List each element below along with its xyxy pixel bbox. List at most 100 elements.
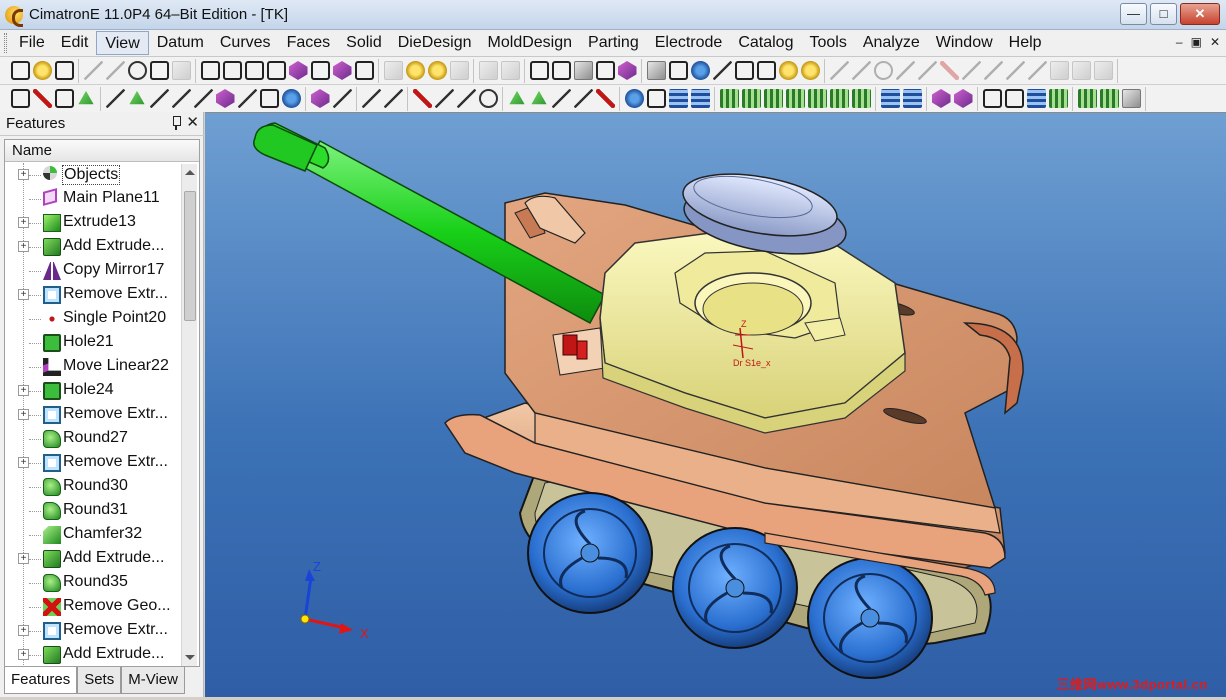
feature-tree-row[interactable]: + Remove Extr... bbox=[5, 619, 181, 643]
curve-tool-12-icon[interactable] bbox=[1071, 61, 1091, 80]
menu-analyze[interactable]: Analyze bbox=[855, 31, 928, 55]
menu-solid[interactable]: Solid bbox=[338, 31, 390, 55]
menu-parting[interactable]: Parting bbox=[580, 31, 647, 55]
feature-tree-row[interactable]: Round27 bbox=[5, 427, 181, 451]
filter-2-icon[interactable] bbox=[129, 90, 145, 105]
curve-tool-9-icon[interactable] bbox=[1005, 61, 1025, 80]
new-file-icon[interactable] bbox=[10, 61, 30, 80]
expand-icon[interactable]: + bbox=[18, 169, 29, 180]
filter-3-icon[interactable] bbox=[149, 89, 169, 108]
feature-tree-row[interactable]: Round30 bbox=[5, 475, 181, 499]
mdi-close-button[interactable]: ✕ bbox=[1210, 35, 1220, 49]
funnel-2-icon[interactable] bbox=[332, 89, 352, 108]
curve-tool-4-icon[interactable] bbox=[895, 61, 915, 80]
tab-features[interactable]: Features bbox=[4, 667, 78, 694]
grid-icon[interactable] bbox=[646, 61, 666, 80]
shaded-icon[interactable] bbox=[332, 61, 352, 80]
analysis-2-icon[interactable] bbox=[1099, 89, 1119, 108]
feature-tree-row[interactable]: Chamfer32 bbox=[5, 523, 181, 547]
surface-2-icon[interactable] bbox=[646, 89, 666, 108]
filter-6-icon[interactable] bbox=[215, 89, 235, 108]
objects-icon[interactable] bbox=[617, 61, 637, 80]
expand-icon[interactable]: + bbox=[18, 625, 29, 636]
feature-tree-row[interactable]: Round31 bbox=[5, 499, 181, 523]
zoom-window-icon[interactable] bbox=[222, 61, 242, 80]
table-icon[interactable] bbox=[668, 61, 688, 80]
scroll-down-arrow-icon[interactable] bbox=[185, 655, 195, 660]
mdi-restore-button[interactable]: ▣ bbox=[1191, 35, 1202, 49]
menu-electrode[interactable]: Electrode bbox=[647, 31, 731, 55]
circle-icon[interactable] bbox=[478, 89, 498, 108]
pattern-1-icon[interactable] bbox=[982, 89, 1002, 108]
filter-4-icon[interactable] bbox=[171, 89, 191, 108]
feature-tree-row[interactable]: Round35 bbox=[5, 571, 181, 595]
feature-tree-row[interactable]: Move Linear22 bbox=[5, 355, 181, 379]
feature-tree[interactable]: Name + Objects Main Plane11 + Extrude13 + Add … bbox=[4, 139, 200, 667]
filter-5-icon[interactable] bbox=[193, 89, 213, 108]
feature-tree-row[interactable]: + Add Extrude... bbox=[5, 235, 181, 259]
zoom-icon[interactable] bbox=[244, 61, 264, 80]
curve-tool-10-icon[interactable] bbox=[1027, 61, 1047, 80]
feature-tree-row[interactable]: + Remove Extr... bbox=[5, 403, 181, 427]
expand-icon[interactable]: + bbox=[18, 241, 29, 252]
curve-tool-13-icon[interactable] bbox=[1093, 61, 1113, 80]
light-on-icon[interactable] bbox=[427, 61, 447, 80]
pattern-2-icon[interactable] bbox=[1004, 89, 1024, 108]
menu-help[interactable]: Help bbox=[1001, 31, 1050, 55]
wireframe-icon[interactable] bbox=[354, 61, 374, 80]
solid-3-icon[interactable] bbox=[763, 89, 783, 108]
curve-4-icon[interactable] bbox=[573, 89, 593, 108]
line-icon[interactable] bbox=[434, 89, 454, 108]
expand-icon[interactable]: + bbox=[18, 409, 29, 420]
sketch-icon[interactable] bbox=[361, 89, 381, 108]
maximize-button[interactable]: □ bbox=[1150, 3, 1177, 25]
paint-brush-icon[interactable] bbox=[778, 61, 798, 80]
line-style-icon[interactable] bbox=[734, 61, 754, 80]
filter-9-icon[interactable] bbox=[281, 89, 301, 108]
tree-scrollbar[interactable] bbox=[181, 164, 197, 666]
sketch-2-icon[interactable] bbox=[383, 89, 403, 108]
menu-window[interactable]: Window bbox=[928, 31, 1001, 55]
feature-tree-row[interactable]: + Add Extrude... bbox=[5, 643, 181, 666]
minimize-button[interactable]: — bbox=[1120, 3, 1147, 25]
expand-icon[interactable]: + bbox=[18, 217, 29, 228]
curve-tool-8-icon[interactable] bbox=[983, 61, 1003, 80]
curve-tool-7-icon[interactable] bbox=[961, 61, 981, 80]
tab-sets[interactable]: Sets bbox=[77, 667, 122, 694]
menu-tools[interactable]: Tools bbox=[801, 31, 854, 55]
line-width-icon[interactable] bbox=[756, 61, 776, 80]
solid-6-icon[interactable] bbox=[829, 89, 849, 108]
feature-tree-row[interactable]: + Hole24 bbox=[5, 379, 181, 403]
display-icon[interactable] bbox=[573, 61, 593, 80]
curve-5-icon[interactable] bbox=[595, 89, 615, 108]
select-icon[interactable] bbox=[10, 89, 30, 108]
analysis-1-icon[interactable] bbox=[1077, 89, 1097, 108]
select-box-icon[interactable] bbox=[54, 89, 74, 108]
menu-view[interactable]: View bbox=[96, 31, 149, 55]
analysis-3-icon[interactable] bbox=[1121, 89, 1141, 108]
filter-8-icon[interactable] bbox=[259, 89, 279, 108]
curve-tool-11-icon[interactable] bbox=[1049, 61, 1069, 80]
column-header-name[interactable]: Name bbox=[5, 140, 199, 162]
solid-2-icon[interactable] bbox=[741, 89, 761, 108]
menu-file[interactable]: File bbox=[11, 31, 53, 55]
menu-curves[interactable]: Curves bbox=[212, 31, 279, 55]
solid-1-icon[interactable] bbox=[719, 89, 739, 108]
graphics-viewport[interactable]: Z Dr S1e_x Z X 三维网www.3dportal.cn bbox=[205, 112, 1226, 697]
menu-faces[interactable]: Faces bbox=[279, 31, 339, 55]
solid-7-icon[interactable] bbox=[851, 89, 871, 108]
menu-datum[interactable]: Datum bbox=[149, 31, 212, 55]
view-iso-icon[interactable] bbox=[288, 61, 308, 80]
surface-3-icon[interactable] bbox=[668, 89, 688, 108]
pen-icon[interactable] bbox=[712, 61, 732, 80]
solid-4-icon[interactable] bbox=[785, 89, 805, 108]
light-off-icon[interactable] bbox=[449, 61, 469, 80]
color-fill-icon[interactable] bbox=[690, 61, 710, 80]
curve-tool-3-icon[interactable] bbox=[873, 61, 893, 80]
feature-tree-row[interactable]: Main Plane11 bbox=[5, 187, 181, 211]
undo-icon[interactable] bbox=[83, 61, 103, 80]
assembly-icon[interactable] bbox=[529, 61, 549, 80]
link-icon[interactable] bbox=[127, 61, 147, 80]
feature-tree-row[interactable]: + Remove Extr... bbox=[5, 283, 181, 307]
light-bulb-icon[interactable] bbox=[405, 61, 425, 80]
